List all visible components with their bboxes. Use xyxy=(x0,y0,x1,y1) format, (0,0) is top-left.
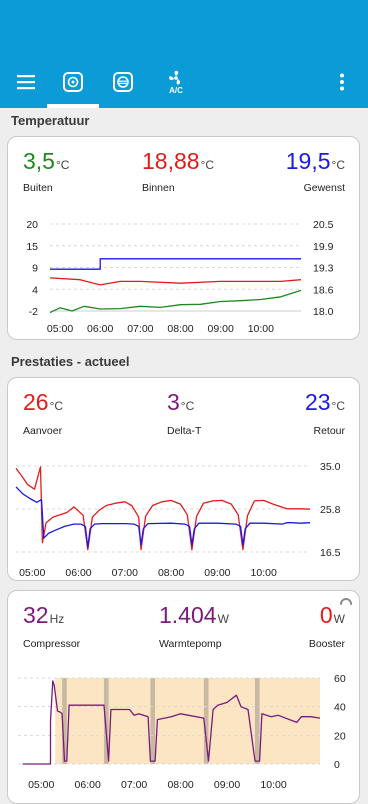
menu-button[interactable] xyxy=(10,64,42,100)
series-line-2 xyxy=(49,289,302,314)
y-right-tick-label: 19.9 xyxy=(313,241,334,253)
x-tick-label: 06:00 xyxy=(65,567,91,579)
defrost-band xyxy=(150,678,156,764)
y-left-tick-label: 4 xyxy=(32,284,38,296)
x-tick-label: 05:00 xyxy=(47,323,73,335)
overflow-menu-button[interactable] xyxy=(330,64,354,100)
y-tick-label: 20 xyxy=(334,730,346,742)
hamburger-menu-icon xyxy=(17,75,35,90)
y-tick-label: 35.0 xyxy=(320,461,341,473)
series-line-1 xyxy=(15,486,311,549)
performance-card: 26°C Aanvoer 3°C Delta-T 23°C Retour 35.… xyxy=(7,377,360,581)
section-title-performance: Prestaties - actueel xyxy=(11,354,130,369)
app-bar: A/C xyxy=(0,0,368,108)
y-right-tick-label: 20.5 xyxy=(313,219,334,231)
temperature-chart: 20 20.5 15 19.9 9 19.3 4 18.6 -2 18.0 05:00 06:00 07… xyxy=(26,219,334,335)
thermostat-dial-icon xyxy=(63,72,83,92)
x-tick-label: 08:00 xyxy=(158,567,184,579)
y-left-tick-label: 20 xyxy=(26,219,38,231)
y-tick-label: 25.8 xyxy=(320,504,341,516)
more-vert-icon xyxy=(340,73,344,91)
y-left-tick-label: 15 xyxy=(26,241,38,253)
performance-chart: 35.0 25.8 16.5 05:00 06:00 07:00 08:00 09:00 10:… xyxy=(15,461,341,579)
x-tick-label: 10:00 xyxy=(251,567,277,579)
active-period-area xyxy=(55,678,321,764)
y-left-tick-label: -2 xyxy=(29,306,38,318)
fan-ac-icon xyxy=(169,70,181,85)
power-card: 32Hz Compressor 1.404W Warmtepomp 0W Boo… xyxy=(7,590,360,804)
x-tick-label: 06:00 xyxy=(87,323,113,335)
gauge-icon xyxy=(113,72,133,92)
x-tick-label: 08:00 xyxy=(167,323,193,335)
y-tick-label: 40 xyxy=(334,702,346,714)
y-right-tick-label: 18.0 xyxy=(313,306,334,318)
y-left-tick-label: 9 xyxy=(32,263,38,275)
x-tick-label: 10:00 xyxy=(248,323,274,335)
x-tick-label: 09:00 xyxy=(204,567,230,579)
y-right-tick-label: 19.3 xyxy=(313,263,334,275)
x-tick-label: 07:00 xyxy=(121,779,147,791)
tab-ac-label: A/C xyxy=(169,85,183,95)
y-tick-label: 0 xyxy=(334,759,340,771)
x-tick-label: 09:00 xyxy=(208,323,234,335)
y-tick-label: 60 xyxy=(334,673,346,685)
x-tick-label: 07:00 xyxy=(112,567,138,579)
x-tick-label: 05:00 xyxy=(19,567,45,579)
x-tick-label: 07:00 xyxy=(127,323,153,335)
series-line-1 xyxy=(49,277,302,286)
x-tick-label: 09:00 xyxy=(214,779,240,791)
series-line-0 xyxy=(15,466,311,551)
power-chart: 60 40 20 0 05:00 06:00 07:00 08:00 09:00 10:00 xyxy=(18,673,346,791)
x-tick-label: 05:00 xyxy=(28,779,54,791)
temperature-card: 3,5°C Buiten 18,88°C Binnen 19,5°C Gewen… xyxy=(7,136,360,340)
tab-gauge[interactable] xyxy=(106,64,140,100)
tab-thermostat[interactable] xyxy=(56,64,90,100)
x-tick-label: 10:00 xyxy=(260,779,286,791)
x-tick-label: 08:00 xyxy=(167,779,193,791)
defrost-band xyxy=(254,678,260,764)
x-tick-label: 06:00 xyxy=(75,779,101,791)
y-right-tick-label: 18.6 xyxy=(313,284,334,296)
active-tab-indicator xyxy=(47,104,99,108)
section-title-temperature: Temperatuur xyxy=(11,113,90,128)
tab-ac[interactable]: A/C xyxy=(158,64,194,100)
y-tick-label: 16.5 xyxy=(320,547,341,559)
